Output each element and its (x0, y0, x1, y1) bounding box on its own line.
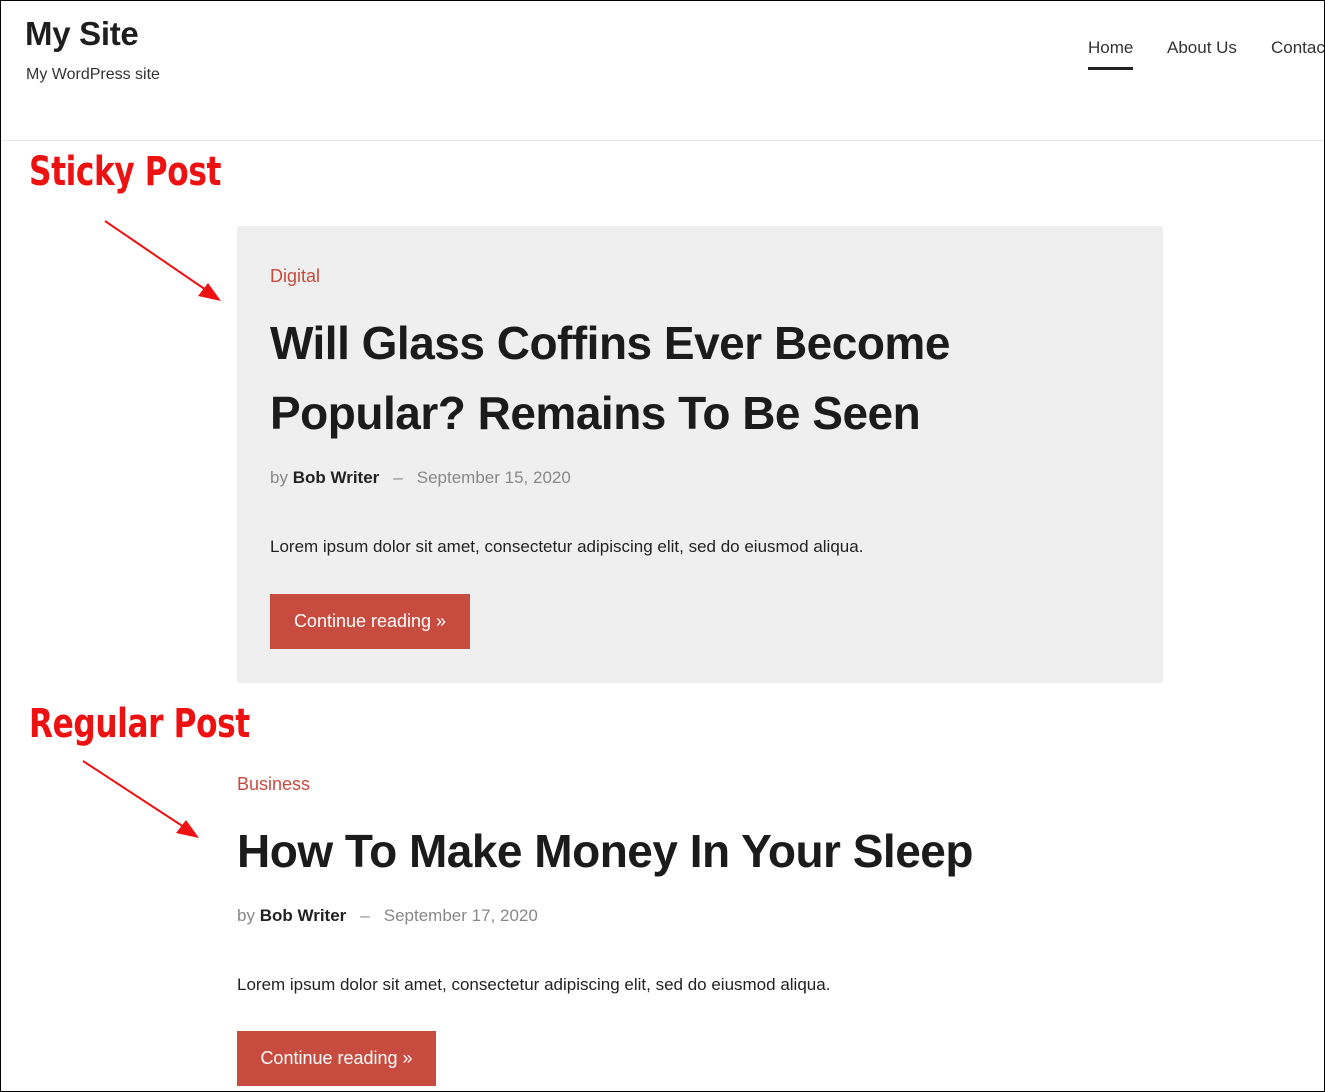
meta-by: by (237, 906, 255, 925)
post-excerpt: Lorem ipsum dolor sit amet, consectetur … (270, 537, 864, 556)
post-title[interactable]: Will Glass Coffins Ever Become Popular? … (270, 308, 1130, 448)
post-category[interactable]: Digital (270, 266, 320, 287)
post-author[interactable]: Bob Writer (260, 906, 347, 925)
post-title[interactable]: How To Make Money In Your Sleep (237, 816, 1237, 886)
meta-by: by (270, 468, 288, 487)
post-author[interactable]: Bob Writer (293, 468, 380, 487)
regular-post: Business How To Make Money In Your Sleep… (237, 766, 1237, 1091)
page-frame: My Site My WordPress site Home About Us … (0, 0, 1325, 1092)
post-category[interactable]: Business (237, 774, 310, 795)
sticky-post-card: Digital Will Glass Coffins Ever Become P… (237, 226, 1163, 683)
meta-separator: – (393, 468, 403, 487)
post-date[interactable]: September 15, 2020 (417, 468, 571, 487)
nav-item-about-us[interactable]: About Us (1167, 38, 1237, 70)
arrow-icon (82, 760, 199, 838)
continue-reading-button[interactable]: Continue reading » (237, 1031, 436, 1086)
post-date[interactable]: September 17, 2020 (384, 906, 538, 925)
post-meta: by Bob Writer – September 17, 2020 (237, 906, 538, 926)
post-meta: by Bob Writer – September 15, 2020 (270, 468, 571, 488)
post-excerpt: Lorem ipsum dolor sit amet, consectetur … (237, 975, 831, 994)
nav-item-home[interactable]: Home (1088, 38, 1134, 70)
nav-item-contact[interactable]: Contac (1271, 38, 1324, 70)
meta-separator: – (360, 906, 370, 925)
continue-reading-button[interactable]: Continue reading » (270, 594, 470, 649)
